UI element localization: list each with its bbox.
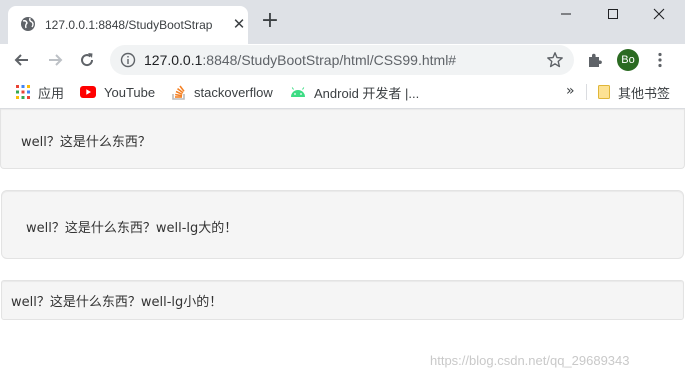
url-text[interactable]: 127.0.0.1:8848/StudyBootStrap/html/CSS99… (144, 51, 456, 69)
well-default: well？这是什么东西？ (0, 109, 685, 169)
bookmark-label: stackoverflow (194, 84, 273, 100)
bookmarks-divider (586, 84, 587, 100)
android-icon (291, 87, 305, 97)
stackoverflow-icon (172, 85, 185, 100)
maximize-icon (608, 9, 618, 19)
bookmark-label: Android 开发者 |... (314, 85, 420, 101)
browser-toolbar: 127.0.0.1:8848/StudyBootStrap/html/CSS99… (0, 44, 685, 76)
bookmarks-bar: 应用 YouTube stackoverflow Android 开发者 |..… (0, 76, 685, 109)
apps-grid-icon (16, 85, 30, 99)
well-small: well？这是什么东西？well-lg小的！ (1, 280, 684, 320)
youtube-icon (80, 86, 96, 98)
close-window-button[interactable] (636, 0, 682, 28)
page-viewport: well？这是什么东西？ well？这是什么东西？well-lg大的！ well… (0, 109, 685, 381)
bookmark-label: 应用 (38, 85, 65, 101)
bookmark-apps[interactable]: 应用 (16, 83, 64, 101)
bookmarks-overflow-chevron-icon[interactable]: » (566, 83, 575, 99)
minimize-button[interactable] (543, 0, 589, 28)
bookmark-other[interactable]: 其他书签 (598, 83, 670, 101)
bookmark-label: 其他书签 (618, 85, 671, 101)
reload-button[interactable] (75, 48, 99, 72)
kebab-menu-icon[interactable] (651, 51, 669, 69)
tab-title: 127.0.0.1:8848/StudyBootStrap (45, 18, 213, 32)
folder-icon (598, 85, 610, 99)
well-default-text: well？这是什么东西？ (21, 135, 151, 150)
tab-close-icon[interactable]: ✕ (230, 16, 248, 34)
globe-icon (21, 17, 35, 31)
bookmark-stackoverflow[interactable]: stackoverflow (172, 83, 273, 101)
tab-strip: 127.0.0.1:8848/StudyBootStrap ✕ + (0, 0, 685, 44)
reload-icon (81, 53, 94, 67)
new-tab-button[interactable]: + (258, 10, 282, 34)
info-icon[interactable] (120, 52, 136, 68)
well-large: well？这是什么东西？well-lg大的！ (1, 190, 684, 259)
maximize-button[interactable] (590, 0, 636, 28)
forward-button[interactable] (43, 48, 67, 72)
well-large-text: well？这是什么东西？well-lg大的！ (26, 221, 238, 236)
bookmark-star-icon[interactable] (546, 51, 564, 69)
bookmark-youtube[interactable]: YouTube (80, 83, 155, 101)
forward-arrow-icon (49, 54, 63, 66)
minimize-icon (561, 13, 571, 15)
close-icon (653, 8, 665, 20)
bookmark-android[interactable]: Android 开发者 |... (290, 83, 419, 101)
well-small-text: well？这是什么东西？well-lg小的！ (11, 295, 223, 310)
address-bar[interactable]: 127.0.0.1:8848/StudyBootStrap/html/CSS99… (110, 45, 574, 75)
back-arrow-icon (14, 54, 28, 66)
watermark: https://blog.csdn.net/qq_29689343 (430, 353, 630, 368)
bookmark-label: YouTube (104, 84, 156, 100)
back-button[interactable] (10, 48, 34, 72)
url-path: :8848/StudyBootStrap/html/CSS99.html# (202, 52, 457, 68)
profile-avatar[interactable]: Bo (617, 49, 639, 71)
browser-tab[interactable]: 127.0.0.1:8848/StudyBootStrap ✕ (8, 6, 248, 44)
extensions-puzzle-icon[interactable] (586, 51, 604, 69)
url-host: 127.0.0.1 (144, 52, 203, 68)
